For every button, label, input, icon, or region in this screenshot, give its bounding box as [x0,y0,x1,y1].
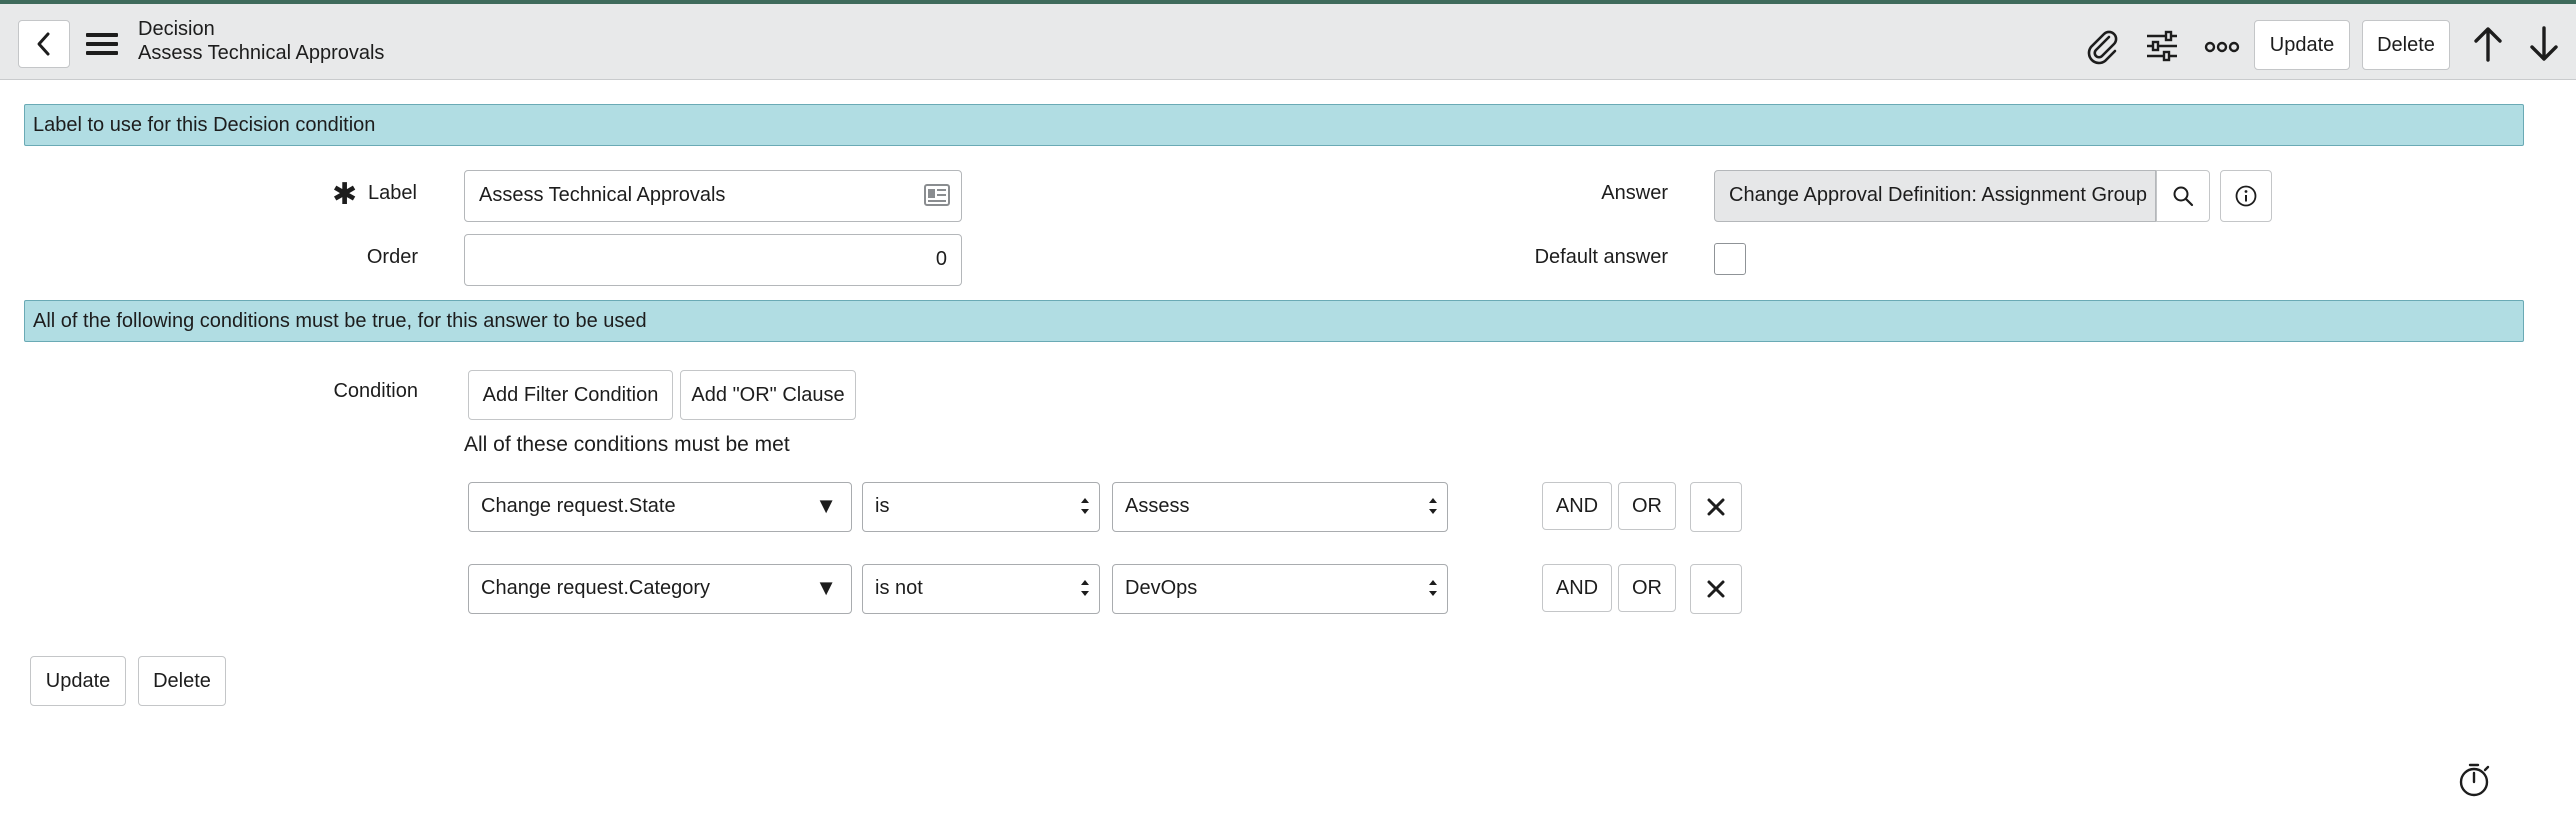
answer-input[interactable]: Change Approval Definition: Assignment G… [1714,170,2156,222]
form-header: Decision Assess Technical Approvals Upda… [0,4,2576,80]
condition-value-select[interactable]: DevOps [1112,564,1448,614]
add-or-clause-button[interactable]: Add "OR" Clause [680,370,856,420]
arrow-up-icon[interactable] [2468,24,2508,64]
arrow-down-icon[interactable] [2524,24,2564,64]
personalize-icon[interactable] [2142,26,2182,66]
condition-or-button[interactable]: OR [1618,564,1676,612]
condition-field-value: Change request.State [481,495,676,517]
order-input-value: 0 [935,248,947,270]
close-icon [1707,580,1725,598]
answer-input-value: Change Approval Definition: Assignment G… [1729,184,2148,206]
field-info-card-icon[interactable] [924,184,950,206]
more-icon[interactable] [2202,26,2242,66]
condition-operator-value: is [875,495,890,517]
search-icon [2173,186,2194,207]
answer-lookup-button[interactable] [2156,170,2210,222]
header-update-button[interactable]: Update [2254,20,2350,70]
back-button[interactable] [18,20,70,68]
label-input[interactable]: Assess Technical Approvals [464,170,962,222]
condition-field-label: Condition [333,380,418,402]
select-updown-icon [1429,580,1437,596]
condition-field-select[interactable]: Change request.Category ▼ [468,564,852,614]
record-type: Decision [138,18,215,40]
default-answer-label: Default answer [1534,246,1668,268]
select-updown-icon [1081,498,1089,514]
footer-update-button[interactable]: Update [30,656,126,706]
condition-or-button[interactable]: OR [1618,482,1676,530]
condition-and-button[interactable]: AND [1542,564,1612,612]
condition-value-select[interactable]: Assess [1112,482,1448,532]
condition-operator-select[interactable]: is [862,482,1100,532]
select-updown-icon [1429,498,1437,514]
close-icon [1707,498,1725,516]
caret-down-icon: ▼ [815,493,837,518]
order-input[interactable]: 0 [464,234,962,286]
default-answer-checkbox[interactable] [1714,243,1746,275]
label-section-header: Label to use for this Decision condition [24,104,2524,146]
caret-down-icon: ▼ [815,575,837,600]
conditions-heading: All of these conditions must be met [464,433,790,456]
condition-field-value: Change request.Category [481,577,711,599]
answer-preview-button[interactable] [2220,170,2272,222]
order-field-label: Order [366,246,418,268]
condition-value-text: DevOps [1125,577,1198,599]
condition-and-button[interactable]: AND [1542,482,1612,530]
menu-icon[interactable] [84,30,120,58]
conditions-section-header: All of the following conditions must be … [24,300,2524,342]
attachment-icon[interactable] [2082,26,2122,66]
condition-operator-select[interactable]: is not [862,564,1100,614]
back-icon [37,32,50,56]
answer-field-label: Answer [1601,182,1668,204]
footer-delete-button[interactable]: Delete [138,656,226,706]
condition-remove-button[interactable] [1690,482,1742,532]
record-title: Assess Technical Approvals [138,42,385,64]
label-field-label: Label [368,182,417,204]
condition-field-select[interactable]: Change request.State ▼ [468,482,852,532]
label-input-value: Assess Technical Approvals [479,184,726,206]
condition-remove-button[interactable] [1690,564,1742,614]
stopwatch-icon[interactable] [2454,760,2494,800]
info-icon [2235,185,2257,207]
required-indicator: ✱ [332,178,358,211]
select-updown-icon [1081,580,1089,596]
condition-value-text: Assess [1125,495,1190,517]
add-filter-condition-button[interactable]: Add Filter Condition [468,370,673,420]
header-delete-button[interactable]: Delete [2362,20,2450,70]
condition-operator-value: is not [875,577,923,599]
